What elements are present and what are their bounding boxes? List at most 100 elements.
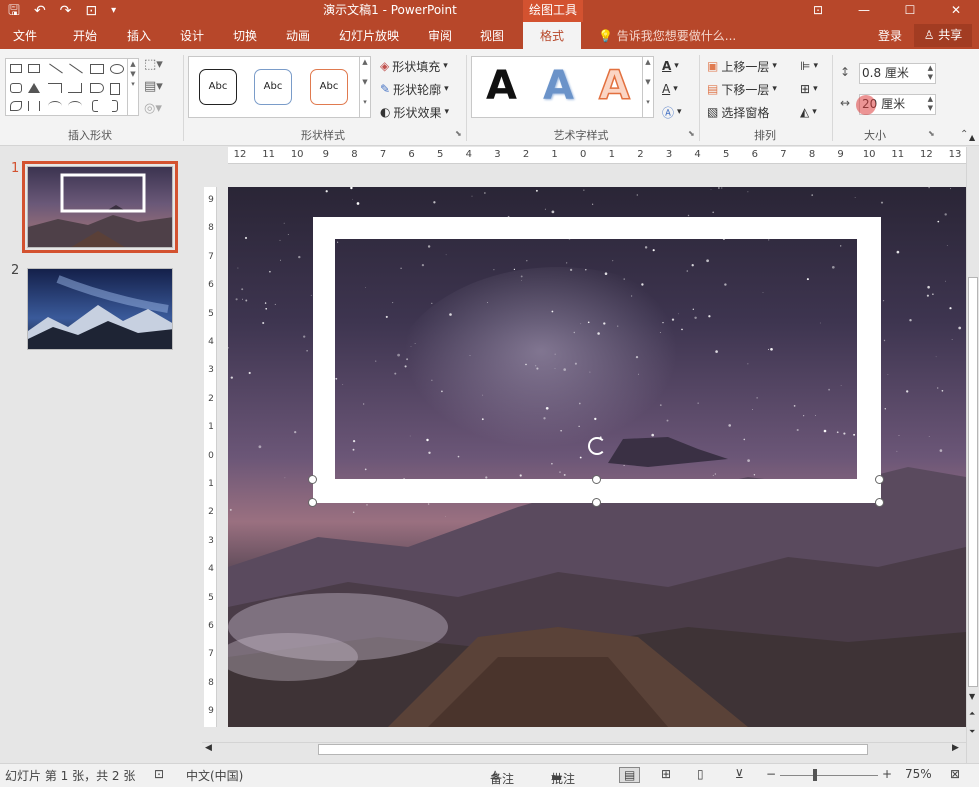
- present-from-start-icon[interactable]: ⊡: [85, 0, 97, 22]
- slide-thumbnail-1[interactable]: [22, 161, 178, 253]
- elbow-arrow-connector-icon[interactable]: [68, 83, 82, 93]
- tab-insert[interactable]: 插入: [127, 22, 151, 49]
- dialog-launcher-icon[interactable]: ⬊: [688, 129, 695, 138]
- zoom-level[interactable]: 75%: [905, 767, 932, 781]
- oval-shape-icon[interactable]: [110, 64, 124, 74]
- flowchart-shape-icon[interactable]: [10, 101, 22, 111]
- curve-shape-icon[interactable]: [48, 101, 62, 111]
- wordart-scroll[interactable]: ▲ ▼ ▾: [642, 56, 654, 118]
- down-arrow-shape-icon[interactable]: [110, 83, 120, 95]
- tab-slideshow[interactable]: 幻灯片放映: [339, 22, 399, 49]
- resize-handle[interactable]: [308, 475, 317, 484]
- vertical-scrollbar[interactable]: ▲ ▼ ⏶ ⏷: [966, 133, 979, 763]
- align-button[interactable]: ⊫ ▾: [800, 56, 818, 76]
- previous-slide-icon[interactable]: ⏶: [969, 709, 975, 719]
- resize-handle[interactable]: [592, 475, 601, 484]
- zoom-in-icon[interactable]: +: [882, 767, 892, 781]
- shape-styles-scroll[interactable]: ▲ ▼ ▾: [359, 56, 371, 118]
- tab-format[interactable]: 格式: [523, 22, 581, 49]
- collapse-ribbon-icon[interactable]: ⌃: [960, 129, 968, 140]
- reading-view-icon[interactable]: ▯: [697, 767, 704, 781]
- text-effects-button[interactable]: Ⓐ ▾: [662, 102, 682, 122]
- lightning-shape-icon[interactable]: [28, 101, 40, 111]
- text-fill-button[interactable]: A ▾: [662, 56, 679, 76]
- shape-fill-button[interactable]: ◈ 形状填充 ▾: [380, 56, 448, 76]
- scroll-down-icon[interactable]: ▼: [969, 692, 975, 701]
- shape-height-input[interactable]: 0.8 厘米 ▲ ▼: [859, 63, 936, 84]
- wordart-sample-black[interactable]: A: [486, 63, 517, 109]
- shape-style-blue[interactable]: Abc: [254, 69, 292, 105]
- scroll-thumb[interactable]: [968, 277, 978, 687]
- minimize-icon[interactable]: —: [841, 0, 887, 22]
- rotate-handle-icon[interactable]: [588, 437, 606, 455]
- wordart-sample-orange[interactable]: A: [598, 62, 630, 110]
- tab-view[interactable]: 视图: [480, 22, 504, 49]
- scroll-left-icon[interactable]: ◀: [205, 743, 212, 753]
- horizontal-scroll-thumb[interactable]: [318, 744, 868, 755]
- text-box-icon[interactable]: ▤▾: [144, 79, 178, 101]
- wordart-sample-blue[interactable]: A: [543, 63, 574, 109]
- shapes-gallery[interactable]: [5, 58, 131, 116]
- shape-style-black[interactable]: Abc: [199, 69, 237, 105]
- right-brace-shape-icon[interactable]: [112, 100, 118, 112]
- save-icon[interactable]: 🖫: [8, 0, 20, 22]
- spinner-icon[interactable]: ▲ ▼: [928, 95, 933, 113]
- shapes-gallery-scroll[interactable]: ▲ ▼ ▾: [127, 58, 139, 116]
- share-button[interactable]: ♙ 共享: [914, 24, 972, 47]
- textbox-shape-icon[interactable]: [10, 64, 22, 73]
- close-icon[interactable]: ✕: [933, 0, 979, 22]
- tab-design[interactable]: 设计: [180, 22, 204, 49]
- merge-shapes-icon[interactable]: ◎▾: [144, 101, 178, 123]
- tab-transitions[interactable]: 切换: [233, 22, 257, 49]
- next-slide-icon[interactable]: ⏷: [969, 727, 975, 737]
- bring-forward-button[interactable]: ▣ 上移一层 ▾: [707, 56, 777, 76]
- zoom-slider-thumb[interactable]: [813, 769, 817, 781]
- fit-to-window-icon[interactable]: ⊠: [950, 767, 960, 781]
- left-brace-shape-icon[interactable]: [92, 100, 98, 112]
- undo-icon[interactable]: ↶: [34, 0, 46, 22]
- horizontal-scrollbar[interactable]: ◀ ▶: [202, 742, 966, 756]
- edit-shape-icon[interactable]: ⬚▾: [144, 57, 178, 79]
- normal-view-icon[interactable]: ▤: [619, 767, 641, 783]
- arrow-shape-icon[interactable]: [69, 63, 83, 74]
- spinner-icon[interactable]: ▲ ▼: [928, 64, 933, 82]
- zoom-out-icon[interactable]: −: [766, 767, 776, 781]
- slideshow-icon[interactable]: ⊻: [735, 767, 744, 781]
- language-status[interactable]: 中文(中国): [186, 767, 243, 784]
- vertical-textbox-shape-icon[interactable]: [28, 64, 40, 73]
- tab-animations[interactable]: 动画: [286, 22, 310, 49]
- resize-handle[interactable]: [875, 498, 884, 507]
- selection-pane-button[interactable]: ▧ 选择窗格: [707, 102, 769, 122]
- tab-file[interactable]: 文件: [13, 22, 37, 49]
- shape-style-orange[interactable]: Abc: [310, 69, 348, 105]
- sign-in-link[interactable]: 登录: [878, 22, 902, 50]
- dialog-launcher-icon[interactable]: ⬊: [928, 129, 935, 138]
- line-shape-icon[interactable]: [49, 63, 63, 74]
- right-arrow-shape-icon[interactable]: [90, 83, 104, 93]
- customize-qat-icon[interactable]: ▾: [111, 0, 116, 22]
- resize-handle[interactable]: [875, 475, 884, 484]
- tab-review[interactable]: 审阅: [428, 22, 452, 49]
- wordart-gallery[interactable]: A A A: [471, 56, 643, 118]
- rounded-rectangle-shape-icon[interactable]: [10, 83, 22, 93]
- rectangle-shape-icon[interactable]: [90, 64, 104, 74]
- shape-outline-button[interactable]: ✎ 形状轮廓 ▾: [380, 79, 449, 99]
- triangle-shape-icon[interactable]: [28, 83, 40, 93]
- text-outline-button[interactable]: A ▾: [662, 79, 678, 99]
- dialog-launcher-icon[interactable]: ⬊: [455, 129, 462, 138]
- shape-effects-button[interactable]: ◐ 形状效果 ▾: [380, 102, 449, 122]
- spell-check-icon[interactable]: ⊡: [154, 767, 164, 781]
- redo-icon[interactable]: ↷: [60, 0, 72, 22]
- slide-sorter-icon[interactable]: ⊞: [661, 767, 671, 781]
- group-button[interactable]: ⊞ ▾: [800, 79, 818, 99]
- rotate-button[interactable]: ◭ ▾: [800, 102, 817, 122]
- freeform-shape-icon[interactable]: [68, 101, 82, 111]
- scroll-up-icon[interactable]: ▲: [969, 133, 975, 142]
- shape-styles-gallery[interactable]: Abc Abc Abc: [188, 56, 360, 118]
- restore-icon[interactable]: ☐: [887, 0, 933, 22]
- resize-handle[interactable]: [592, 498, 601, 507]
- elbow-connector-icon[interactable]: [48, 83, 62, 93]
- zoom-slider-track[interactable]: [780, 775, 878, 776]
- send-backward-button[interactable]: ▤ 下移一层 ▾: [707, 79, 777, 99]
- ribbon-display-options-icon[interactable]: ⊡: [795, 0, 841, 22]
